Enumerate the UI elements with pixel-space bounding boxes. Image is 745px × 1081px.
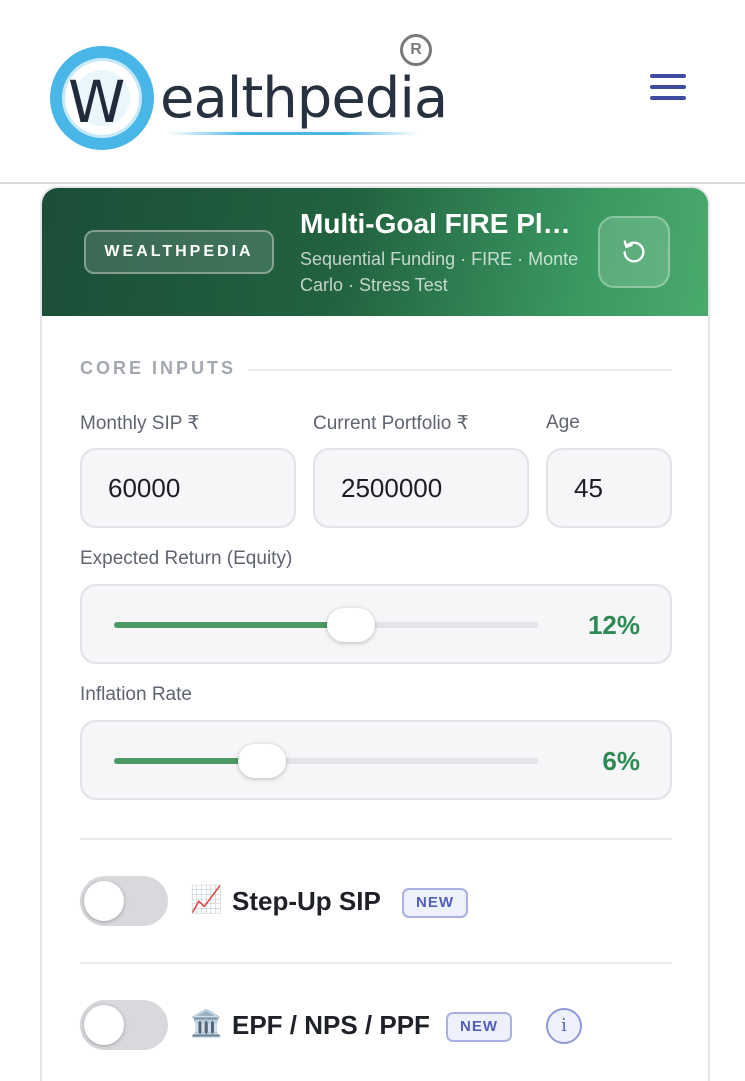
brand-badge: WEALTHPEDIA [84, 230, 274, 274]
hamburger-line [650, 74, 686, 78]
monthly-sip-input[interactable]: 60000 [80, 448, 296, 528]
logo-underline [168, 132, 418, 135]
logo-letter: W [68, 68, 125, 136]
divider [80, 962, 672, 964]
new-badge: NEW [446, 1012, 512, 1042]
chart-increasing-icon: 📈 [190, 884, 223, 914]
inflation-rate-label: Inflation Rate [80, 684, 192, 705]
expected-return-label: Expected Return (Equity) [80, 548, 293, 569]
expected-return-slider[interactable] [114, 608, 538, 642]
calculator-card: WEALTHPEDIA Multi-Goal FIRE Pl… Sequenti… [40, 186, 710, 1081]
hamburger-menu-icon[interactable] [648, 70, 688, 104]
section-divider [248, 369, 672, 371]
slider-thumb[interactable] [238, 744, 286, 778]
reset-button[interactable] [598, 216, 670, 288]
step-up-sip-label: Step-Up SIP [232, 886, 381, 916]
page: W ealthpedia R WEALTHPEDIA Multi-Goal FI… [0, 0, 745, 1081]
epf-nps-ppf-toggle[interactable] [80, 1000, 168, 1050]
info-icon[interactable]: i [546, 1008, 582, 1044]
hamburger-line [650, 96, 686, 100]
divider [80, 838, 672, 840]
card-header: WEALTHPEDIA Multi-Goal FIRE Pl… Sequenti… [42, 188, 708, 316]
toggle-knob [84, 1005, 124, 1045]
classical-building-icon: 🏛️ [190, 1008, 223, 1038]
expected-return-slider-box: 12% [80, 584, 672, 664]
current-portfolio-input[interactable]: 2500000 [313, 448, 529, 528]
site-header: W ealthpedia R [0, 0, 745, 184]
wealthpedia-logo[interactable]: W ealthpedia R [48, 34, 448, 154]
card-title: Multi-Goal FIRE Pl… [300, 208, 571, 239]
card-subtitle: Sequential Funding · FIRE · Monte Carlo … [300, 249, 579, 295]
section-label-core-inputs: CORE INPUTS [80, 358, 237, 378]
registered-mark: R [400, 34, 432, 66]
current-portfolio-label: Current Portfolio ₹ [313, 413, 469, 434]
slider-fill [114, 622, 351, 628]
new-badge: NEW [402, 888, 468, 918]
logo-text: ealthpedia [160, 66, 448, 131]
hamburger-line [650, 85, 686, 89]
inflation-rate-value: 6% [602, 746, 640, 776]
toggle-knob [84, 881, 124, 921]
expected-return-value: 12% [587, 610, 640, 640]
monthly-sip-label: Monthly SIP ₹ [80, 413, 200, 434]
inflation-rate-slider[interactable] [114, 744, 538, 778]
step-up-sip-toggle[interactable] [80, 876, 168, 926]
reset-icon [623, 240, 645, 263]
slider-thumb[interactable] [327, 608, 375, 642]
epf-nps-ppf-label: EPF / NPS / PPF [232, 1010, 430, 1040]
inflation-rate-slider-box: 6% [80, 720, 672, 800]
age-input[interactable]: 45 [546, 448, 672, 528]
age-label: Age [546, 412, 580, 433]
